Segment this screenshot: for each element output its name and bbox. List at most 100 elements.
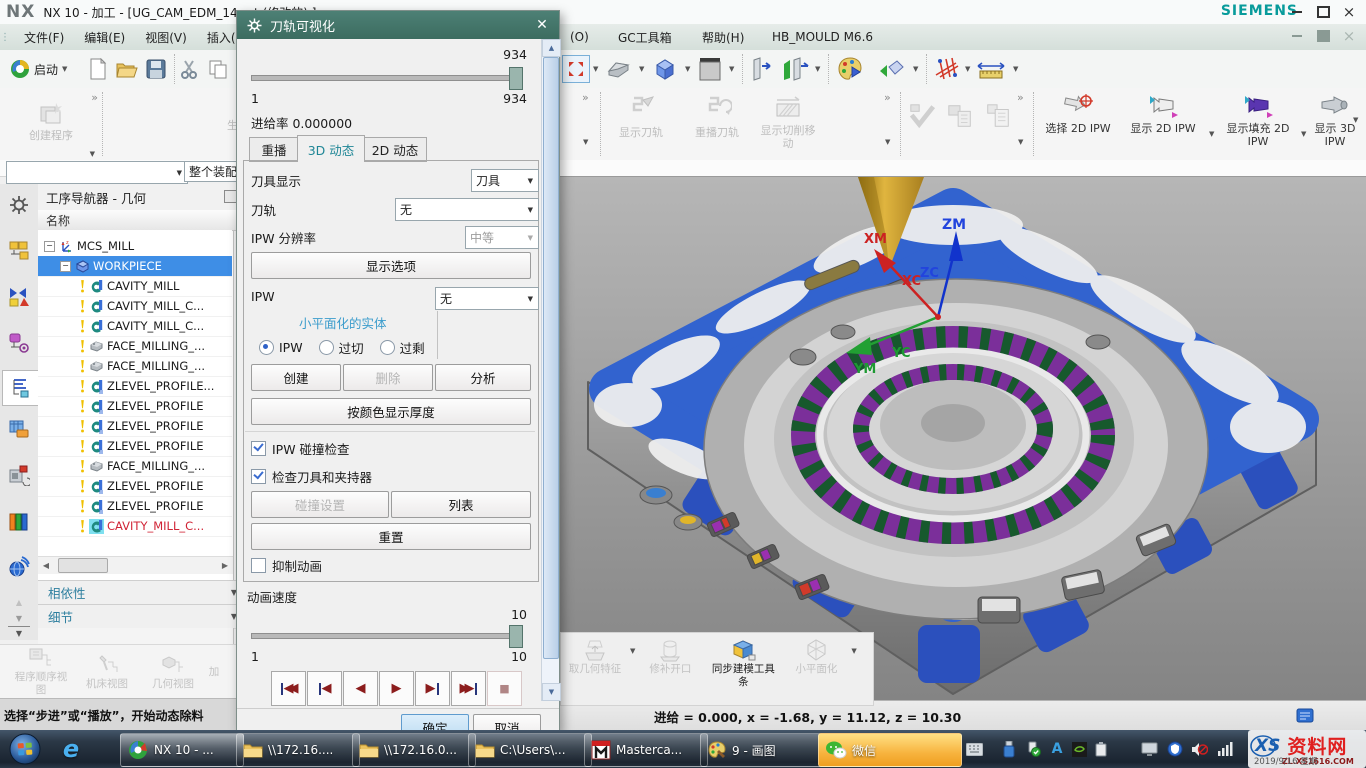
show-cut-moves-button[interactable]: 显示切削移动 bbox=[756, 94, 820, 150]
clip-section2-icon[interactable] bbox=[782, 56, 810, 82]
group-expand-caret[interactable]: ▼ bbox=[1018, 138, 1023, 146]
menu-tools-o[interactable]: (O) bbox=[560, 24, 599, 50]
display-mode-icon[interactable] bbox=[698, 56, 722, 82]
machine-tool-view-button[interactable]: 机床视图 bbox=[76, 654, 138, 691]
step-back-button[interactable]: ◀ bbox=[343, 671, 378, 706]
selection-filter-combo[interactable]: ▼ bbox=[6, 161, 188, 184]
tree-row-operation[interactable]: CAVITY_MILL_C... bbox=[38, 296, 232, 317]
group-overflow[interactable]: » bbox=[582, 92, 589, 103]
tree-row-operation-current[interactable]: CAVITY_MILL_C... bbox=[38, 516, 232, 537]
machining-wizard-button[interactable] bbox=[3, 460, 35, 490]
taskbar-folder1-button[interactable]: \\172.16.... bbox=[236, 733, 360, 767]
tree-row-operation[interactable]: ZLEVEL_PROFILE bbox=[38, 496, 232, 517]
list-gray-icon[interactable] bbox=[984, 102, 1012, 130]
radio-ipw-icon[interactable] bbox=[259, 340, 274, 355]
minimize-button[interactable] bbox=[1284, 3, 1310, 21]
ipw-collision-check-row[interactable]: IPW 碰撞检查 bbox=[251, 439, 350, 458]
play-button[interactable]: ▶ bbox=[379, 671, 414, 706]
scrollbar-thumb[interactable] bbox=[543, 57, 559, 659]
tree-row-mcs[interactable]: − z MCS_MILL bbox=[38, 236, 232, 257]
status-panel-icon[interactable] bbox=[1296, 707, 1314, 725]
operation-navigator-button[interactable] bbox=[2, 370, 38, 406]
part-navigator-button[interactable] bbox=[3, 328, 35, 358]
new-file-icon[interactable] bbox=[88, 58, 108, 80]
ipw-resolution-combo[interactable]: 中等▼ bbox=[465, 226, 539, 249]
toolpath-combo[interactable]: 无▼ bbox=[395, 198, 539, 221]
program-order-view-button[interactable]: 程序顺序视图 bbox=[10, 647, 72, 696]
ie-taskbar-button[interactable]: e bbox=[56, 734, 86, 764]
display-options-button[interactable]: 显示选项 bbox=[251, 252, 531, 279]
menu-file[interactable]: 文件(F) bbox=[14, 24, 74, 50]
facet-body-button[interactable]: 小平面化 bbox=[782, 637, 850, 676]
motion-slider-thumb[interactable] bbox=[509, 67, 523, 90]
clipboard-tray-icon[interactable] bbox=[1092, 740, 1110, 758]
constraint-dropdown-caret[interactable]: ▼ bbox=[965, 65, 970, 73]
open-file-icon[interactable] bbox=[116, 59, 138, 79]
show-toolpath-button[interactable]: 显示刀轨 bbox=[606, 94, 676, 140]
fit-view-button[interactable] bbox=[562, 55, 590, 83]
doc-restore-button[interactable] bbox=[1310, 27, 1336, 45]
show-2d-ipw-button[interactable]: 显示 2D IPW bbox=[1122, 94, 1204, 136]
web-browser-button[interactable] bbox=[3, 552, 35, 582]
taskbar-wechat-button[interactable]: 微信 bbox=[818, 733, 962, 767]
dropdown-caret[interactable]: ▼ bbox=[630, 647, 635, 655]
fit-dropdown-caret[interactable]: ▼ bbox=[593, 65, 598, 73]
tab-2d-dynamic[interactable]: 2D 动态 bbox=[363, 137, 427, 162]
dropdown-caret[interactable]: ▼ bbox=[851, 647, 856, 655]
step-to-start-button[interactable]: ◀ bbox=[307, 671, 342, 706]
measure-dropdown-caret[interactable]: ▼ bbox=[1013, 65, 1018, 73]
create-button[interactable]: 创建 bbox=[251, 364, 341, 391]
reset-button[interactable]: 重置 bbox=[251, 523, 531, 550]
verify-gray-icon[interactable] bbox=[908, 102, 936, 130]
save-icon[interactable] bbox=[146, 59, 166, 79]
clip-dropdown-caret[interactable]: ▼ bbox=[815, 65, 820, 73]
checkbox-unchecked-icon[interactable] bbox=[251, 558, 266, 573]
group-expand-caret[interactable]: ▼ bbox=[90, 150, 95, 158]
check-tool-holder-row[interactable]: 检查刀具和夹持器 bbox=[251, 467, 372, 486]
taskbar-folder2-button[interactable]: \\172.16.0... bbox=[352, 733, 476, 767]
tree-row-operation[interactable]: FACE_MILLING_... bbox=[38, 456, 232, 477]
extract-geometry-button[interactable]: 取几何特征 bbox=[561, 637, 629, 676]
step-forward-button[interactable]: ▶ bbox=[415, 671, 450, 706]
usb-safely-remove-icon[interactable] bbox=[1024, 740, 1042, 758]
go-to-end-button[interactable]: ▶▶ bbox=[451, 671, 486, 706]
orient-view-icon[interactable] bbox=[652, 56, 678, 82]
radio-gouge-icon[interactable] bbox=[319, 340, 334, 355]
start-button[interactable] bbox=[8, 732, 42, 766]
navigator-hscrollbar[interactable]: ◀ ▶ bbox=[38, 556, 233, 574]
thickness-by-color-button[interactable]: 按颜色显示厚度 bbox=[251, 398, 531, 425]
tree-row-operation[interactable]: ZLEVEL_PROFILE... bbox=[38, 376, 232, 397]
autodesk-tray-icon[interactable]: A bbox=[1048, 740, 1066, 758]
reuse-library-button[interactable] bbox=[3, 414, 35, 444]
menu-hb-mould[interactable]: HB_MOULD M6.6 bbox=[762, 24, 883, 50]
security-shield-icon[interactable] bbox=[1166, 740, 1184, 758]
menu-gc-toolbox[interactable]: GC工具箱 bbox=[608, 24, 682, 50]
menu-help[interactable]: 帮助(H) bbox=[692, 24, 754, 50]
geometry-view-button[interactable]: 几何视图 bbox=[142, 654, 204, 691]
measure-icon[interactable] bbox=[976, 58, 1006, 80]
dialog-scrollbar[interactable]: ▲ ▼ bbox=[541, 39, 559, 701]
list-button[interactable]: 列表 bbox=[391, 491, 531, 518]
start-menu-button[interactable]: 启动▼ bbox=[4, 53, 73, 85]
taskbar-folder3-button[interactable]: C:\Users\... bbox=[468, 733, 592, 767]
menu-view[interactable]: 视图(V) bbox=[135, 24, 197, 50]
taskbar-nx-button[interactable]: NX 10 - ... bbox=[120, 733, 244, 767]
scroll-right-icon[interactable]: ▶ bbox=[217, 558, 233, 573]
graphics-window[interactable]: ZM ZC XM XC YC YM bbox=[558, 176, 1366, 701]
group-expand-caret[interactable]: ▼ bbox=[583, 138, 588, 146]
dependencies-panel-header[interactable]: 相依性▼ bbox=[38, 580, 243, 605]
collapse-icon[interactable]: − bbox=[44, 241, 55, 252]
speed-slider-track[interactable] bbox=[251, 633, 521, 639]
library-button[interactable] bbox=[3, 506, 35, 536]
ipw-dropdown-caret[interactable]: ▼ bbox=[1209, 130, 1214, 138]
group-overflow[interactable]: » bbox=[1017, 92, 1024, 103]
tree-row-operation[interactable]: ZLEVEL_PROFILE bbox=[38, 416, 232, 437]
group-overflow[interactable]: » bbox=[91, 92, 98, 103]
display-tray-icon[interactable] bbox=[1140, 740, 1158, 758]
nvidia-tray-icon[interactable] bbox=[1070, 740, 1088, 758]
collision-settings-button[interactable]: 碰撞设置 bbox=[251, 491, 389, 518]
radio-excess-icon[interactable] bbox=[380, 340, 395, 355]
collapse-icon[interactable]: − bbox=[60, 261, 71, 272]
edit-section-icon[interactable] bbox=[878, 57, 906, 81]
orient-dropdown-caret[interactable]: ▼ bbox=[685, 65, 690, 73]
